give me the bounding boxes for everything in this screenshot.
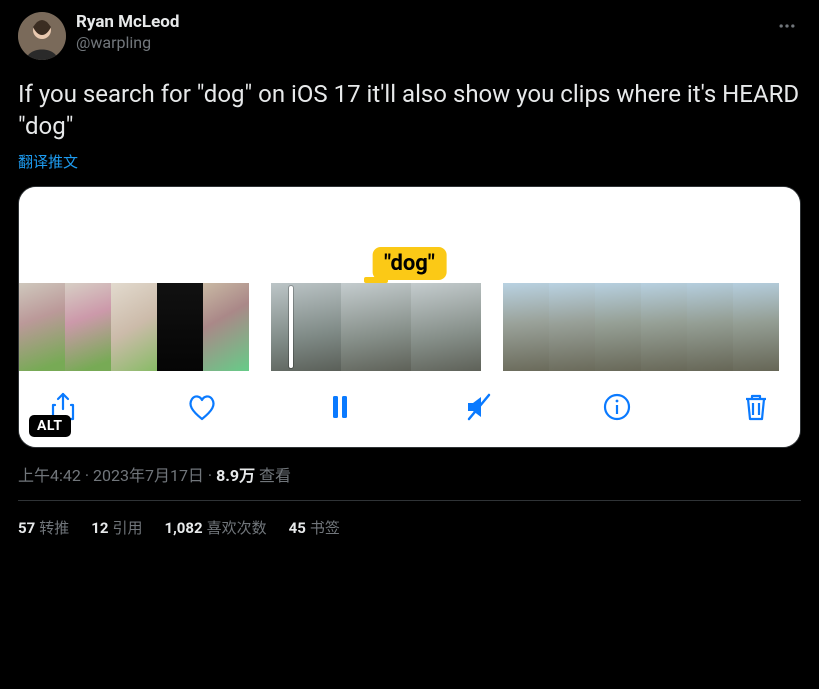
video-timeline[interactable]	[19, 277, 800, 373]
clip-thumbnail-group	[271, 283, 481, 371]
tweet-text: If you search for "dog" on iOS 17 it'll …	[18, 78, 801, 143]
info-icon[interactable]	[599, 389, 635, 425]
caption-marker	[364, 277, 388, 283]
alt-badge[interactable]: ALT	[29, 415, 71, 437]
more-icon[interactable]	[773, 12, 801, 40]
bookmarks-stat[interactable]: 45书签	[289, 517, 340, 538]
clip-thumbnail	[411, 283, 481, 371]
mute-icon[interactable]	[461, 389, 497, 425]
clip-thumbnail-group	[19, 283, 249, 371]
display-name[interactable]: Ryan McLeod	[76, 12, 179, 33]
clip-thumbnail	[549, 283, 595, 371]
tweet-stats: 57转推 12引用 1,082喜欢次数 45书签	[18, 501, 801, 538]
clip-thumbnail	[157, 283, 203, 371]
user-block: Ryan McLeod @warpling	[76, 12, 179, 53]
clip-thumbnail	[341, 283, 411, 371]
tweet-header: Ryan McLeod @warpling	[18, 12, 801, 60]
trash-icon[interactable]	[738, 389, 774, 425]
translate-link[interactable]: 翻译推文	[18, 151, 78, 172]
tweet-meta: 上午4:42 · 2023年7月17日 · 8.9万 查看	[18, 462, 801, 486]
clip-thumbnail	[733, 283, 779, 371]
clip-thumbnail	[65, 283, 111, 371]
clip-thumbnail	[503, 283, 549, 371]
clip-thumbnail-group	[503, 283, 779, 371]
heart-icon[interactable]	[184, 389, 220, 425]
views-count: 8.9万	[216, 466, 255, 485]
clip-thumbnail	[203, 283, 249, 371]
tweet-time[interactable]: 上午4:42	[18, 466, 81, 485]
tweet-date[interactable]: 2023年7月17日	[93, 466, 204, 485]
clip-thumbnail	[595, 283, 641, 371]
media-card[interactable]: "dog"	[18, 186, 801, 448]
avatar[interactable]	[18, 12, 66, 60]
likes-stat[interactable]: 1,082喜欢次数	[164, 517, 266, 538]
playhead[interactable]	[289, 286, 293, 368]
clip-thumbnail	[271, 283, 341, 371]
user-handle[interactable]: @warpling	[76, 33, 179, 53]
clip-thumbnail	[111, 283, 157, 371]
retweets-stat[interactable]: 57转推	[18, 517, 69, 538]
tweet: Ryan McLeod @warpling If you search for …	[0, 0, 819, 550]
caption-highlight: "dog"	[372, 247, 447, 280]
views-label: 查看	[255, 466, 291, 485]
clip-thumbnail	[641, 283, 687, 371]
clip-thumbnail	[687, 283, 733, 371]
clip-thumbnail	[19, 283, 65, 371]
quotes-stat[interactable]: 12引用	[91, 517, 142, 538]
media-upper: "dog"	[19, 187, 800, 277]
player-controls	[19, 373, 800, 447]
pause-icon[interactable]	[322, 389, 358, 425]
